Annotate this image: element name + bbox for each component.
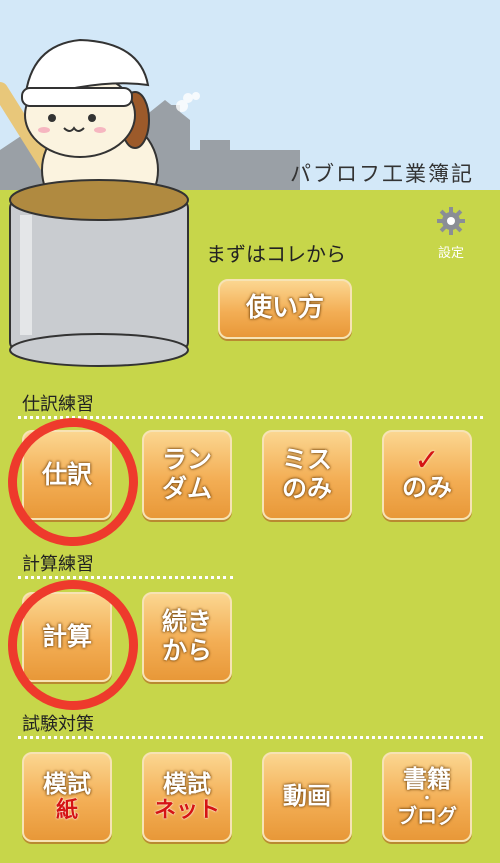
random-label-1: ラン (161, 445, 212, 475)
mistakes-label-2: のみ (281, 474, 332, 503)
intro-label: まずはコレから (206, 242, 346, 266)
gear-icon (437, 207, 465, 235)
continue-label-2: から (161, 636, 212, 665)
mock-exam-net-button[interactable]: 模試 ネット (142, 752, 232, 842)
app-title: パブロフ工業簿記 (290, 162, 474, 186)
section-divider (18, 736, 483, 739)
section-divider (18, 576, 233, 579)
mistakes-only-button[interactable]: ミス のみ (262, 430, 352, 520)
random-button[interactable]: ラン ダム (142, 430, 232, 520)
books-blog-button[interactable]: 書籍 ・ ブログ (382, 752, 472, 842)
howto-button[interactable]: 使い方 (218, 279, 352, 339)
mock-paper-label-1: 模試 (43, 769, 91, 798)
mock-net-label-1: 模試 (163, 769, 211, 798)
settings-label: 設定 (437, 246, 464, 261)
books-label-2: ブログ (397, 803, 457, 828)
mistakes-label-1: ミス (281, 445, 332, 475)
mascot-illustration (0, 38, 189, 367)
journal-button[interactable]: 仕訳 (22, 430, 112, 520)
mock-exam-paper-button[interactable]: 模試 紙 (22, 752, 112, 842)
calc-button[interactable]: 計算 (22, 592, 112, 682)
section-label-journal: 仕訳練習 (22, 394, 94, 415)
video-button[interactable]: 動画 (262, 752, 352, 842)
settings-button[interactable]: 設定 (430, 206, 472, 266)
checked-only-label: のみ (401, 473, 452, 503)
howto-label: 使い方 (245, 293, 324, 324)
continue-label-1: 続き (161, 607, 212, 637)
section-label-exam: 試験対策 (22, 714, 94, 735)
section-divider (18, 416, 483, 419)
journal-label: 仕訳 (41, 459, 92, 489)
mock-net-label-2: ネット (153, 798, 220, 824)
books-label-1: 書籍 (403, 765, 451, 794)
check-mark-icon: ✓ (414, 443, 440, 479)
mock-paper-label-2: 紙 (55, 798, 78, 824)
video-label: 動画 (283, 782, 331, 811)
random-label-2: ダム (161, 474, 212, 503)
continue-button[interactable]: 続き から (142, 592, 232, 682)
calc-label: 計算 (41, 621, 92, 651)
section-label-calc: 計算練習 (22, 554, 94, 575)
checked-only-button[interactable]: ✓ のみ (382, 430, 472, 520)
